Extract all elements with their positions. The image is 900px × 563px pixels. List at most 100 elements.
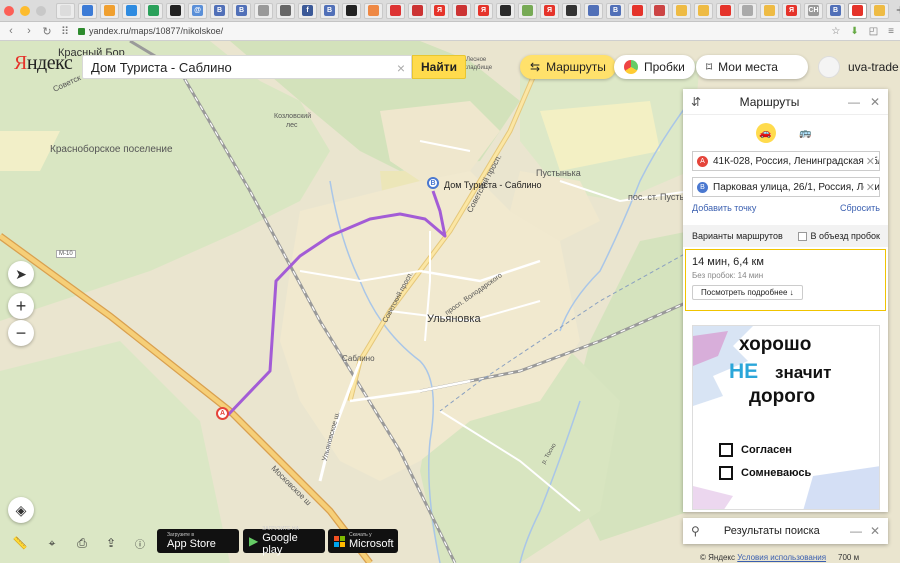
browser-tab[interactable] bbox=[738, 2, 757, 19]
browser-tab[interactable]: Я bbox=[782, 2, 801, 19]
browser-tab[interactable]: B bbox=[210, 2, 229, 19]
browser-tab[interactable] bbox=[716, 2, 735, 19]
yandex-logo[interactable]: Яндекс bbox=[14, 52, 73, 75]
tab-favicon-icon bbox=[588, 5, 599, 16]
browser-tab[interactable]: B bbox=[826, 2, 845, 19]
browser-tab[interactable]: B bbox=[320, 2, 339, 19]
browser-tab[interactable] bbox=[870, 2, 889, 19]
ad-option-agree[interactable]: Согласен bbox=[719, 443, 792, 457]
details-button[interactable]: Посмотреть подробнее ↓ bbox=[692, 285, 803, 300]
browser-tab[interactable] bbox=[78, 2, 97, 19]
app-store-badge[interactable]: Загрузите в App Store bbox=[157, 529, 239, 553]
browser-tab[interactable]: f bbox=[298, 2, 317, 19]
zoom-window-button[interactable] bbox=[36, 5, 46, 16]
browser-tab[interactable]: Я bbox=[474, 2, 493, 19]
browser-tab[interactable] bbox=[342, 2, 361, 19]
my-places-button[interactable]: ⌑ Мои места bbox=[696, 55, 808, 79]
menu-icon[interactable]: ≡ bbox=[888, 26, 894, 37]
clear-to-icon[interactable]: ✕ bbox=[863, 181, 875, 194]
share-icon[interactable]: ⇪ bbox=[99, 531, 123, 555]
browser-tab[interactable] bbox=[628, 2, 647, 19]
route-to-field[interactable]: B Парковая улица, 26/1, Россия, Ленингра… bbox=[692, 177, 880, 197]
car-mode-icon[interactable]: 🚗 bbox=[755, 123, 776, 143]
my-places-label: Мои места bbox=[718, 60, 778, 74]
browser-tab[interactable] bbox=[254, 2, 273, 19]
search-input[interactable]: Дом Туриста - Саблино × bbox=[82, 55, 412, 79]
transit-mode-icon[interactable]: 🚌 bbox=[796, 123, 816, 143]
clear-search-icon[interactable]: × bbox=[397, 60, 405, 76]
back-arrow-icon[interactable]: ‹ bbox=[6, 25, 16, 37]
close-results-icon[interactable]: ✕ bbox=[870, 524, 880, 538]
zoom-out-icon[interactable]: − bbox=[8, 320, 34, 346]
browser-tab[interactable] bbox=[144, 2, 163, 19]
browser-tab[interactable] bbox=[496, 2, 515, 19]
browser-tab[interactable] bbox=[562, 2, 581, 19]
bookmark-star-icon[interactable]: ☆ bbox=[831, 26, 840, 37]
browser-tab[interactable] bbox=[584, 2, 603, 19]
reload-icon[interactable]: ↻ bbox=[42, 25, 52, 38]
minimize-panel-icon[interactable]: — bbox=[848, 95, 860, 109]
browser-tab[interactable] bbox=[166, 2, 185, 19]
add-point-link[interactable]: Добавить точку bbox=[692, 203, 756, 213]
extension-icon[interactable]: ◰ bbox=[869, 26, 878, 37]
route-marker-a[interactable]: A bbox=[216, 407, 229, 420]
layers-icon[interactable]: ◈ bbox=[8, 497, 34, 523]
browser-tab[interactable] bbox=[408, 2, 427, 19]
browser-tab[interactable] bbox=[760, 2, 779, 19]
route-from-field[interactable]: A 41К-028, Россия, Ленинградская обл. ✕ bbox=[692, 151, 880, 171]
zoom-in-icon[interactable]: + bbox=[8, 293, 34, 319]
browser-tab[interactable]: @ bbox=[188, 2, 207, 19]
minimize-window-button[interactable] bbox=[20, 5, 30, 16]
route-marker-b[interactable]: B bbox=[427, 177, 439, 189]
browser-tab[interactable] bbox=[386, 2, 405, 19]
browser-tab[interactable]: CH bbox=[804, 2, 823, 19]
browser-tab[interactable]: B bbox=[606, 2, 625, 19]
google-play-badge[interactable]: ▶ ЗАГРУЗИТЕ НА Google play bbox=[243, 526, 325, 556]
clear-from-icon[interactable]: ✕ bbox=[863, 155, 875, 168]
browser-tab[interactable] bbox=[364, 2, 383, 19]
browser-tab[interactable] bbox=[672, 2, 691, 19]
minimize-results-icon[interactable]: — bbox=[850, 524, 862, 538]
new-tab-button[interactable]: + bbox=[896, 2, 900, 19]
browser-tab[interactable] bbox=[452, 2, 471, 19]
route-variant-card[interactable]: 14 мин, 6,4 км Без пробок: 14 мин Посмот… bbox=[685, 249, 886, 311]
avoid-traffic-checkbox[interactable]: В объезд пробок bbox=[797, 231, 880, 241]
browser-tab[interactable] bbox=[122, 2, 141, 19]
extension-download-icon[interactable]: ⬇ bbox=[850, 26, 858, 37]
browser-tab[interactable] bbox=[518, 2, 537, 19]
user-menu[interactable]: uva-trade bbox=[818, 56, 899, 78]
apps-grid-icon[interactable]: ⠿ bbox=[60, 25, 70, 38]
advertisement-banner[interactable]: хорошо НЕ значит дорого Согласен Сомнева… bbox=[692, 325, 880, 510]
browser-tab[interactable]: Я bbox=[430, 2, 449, 19]
browser-tab[interactable] bbox=[650, 2, 669, 19]
url-field[interactable]: yandex.ru/maps/10877/nikolskoe/ bbox=[78, 26, 223, 36]
browser-tab[interactable] bbox=[100, 2, 119, 19]
point-b-icon: B bbox=[697, 181, 708, 193]
browser-tab[interactable] bbox=[56, 2, 75, 19]
terms-link[interactable]: Условия использования bbox=[737, 553, 826, 562]
search-results-panel[interactable]: ⚲ Результаты поиска — ✕ bbox=[683, 518, 888, 544]
browser-tab[interactable] bbox=[694, 2, 713, 19]
find-button[interactable]: Найти bbox=[412, 55, 466, 79]
microsoft-badge[interactable]: Скачать у Microsoft bbox=[328, 529, 398, 553]
routes-button[interactable]: ⇆ Маршруты bbox=[520, 55, 616, 79]
close-window-button[interactable] bbox=[4, 5, 14, 16]
browser-tab[interactable]: B bbox=[232, 2, 251, 19]
print-icon[interactable]: ⎙ bbox=[70, 531, 94, 555]
panorama-icon[interactable]: ⌖ bbox=[40, 531, 64, 555]
browser-tab[interactable] bbox=[276, 2, 295, 19]
info-icon[interactable]: ⓘ bbox=[128, 531, 152, 555]
reset-link[interactable]: Сбросить bbox=[840, 203, 880, 213]
browser-tab[interactable]: Я bbox=[540, 2, 559, 19]
ad-option-doubt[interactable]: Сомневаюсь bbox=[719, 466, 811, 480]
forward-arrow-icon[interactable]: › bbox=[24, 25, 34, 37]
map-label-dom-turista[interactable]: Дом Туриста - Саблино bbox=[444, 180, 541, 190]
route-variants-bar: Варианты маршрутов В объезд пробок bbox=[683, 225, 888, 247]
traffic-button[interactable]: Пробки bbox=[614, 55, 695, 79]
ruler-icon[interactable]: 📏 bbox=[8, 531, 32, 555]
browser-tab[interactable] bbox=[848, 2, 867, 19]
ad-option-agree-label: Согласен bbox=[741, 444, 792, 456]
close-panel-icon[interactable]: ✕ bbox=[870, 95, 880, 109]
route-settings-icon[interactable]: ⇵ bbox=[691, 95, 701, 109]
locate-me-icon[interactable]: ➤ bbox=[8, 261, 34, 287]
